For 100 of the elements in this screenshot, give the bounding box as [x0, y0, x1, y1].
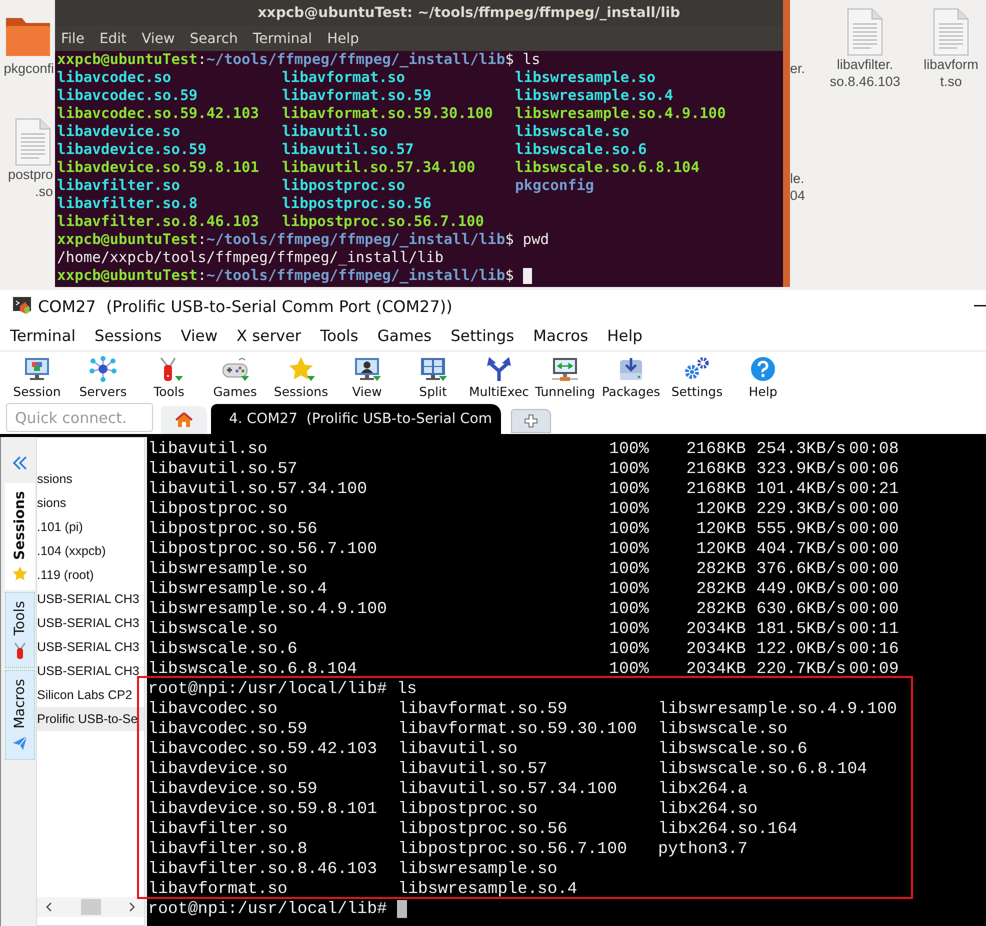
file-name: libswresample.so.4	[398, 879, 578, 898]
menu-item[interactable]: Search	[190, 30, 238, 46]
menu-item[interactable]: Sessions	[94, 327, 162, 345]
scroll-thumb[interactable]	[80, 899, 100, 915]
file-name: libavformat.so.59.30.100	[282, 105, 493, 122]
side-tab[interactable]: Sessions	[5, 483, 35, 590]
file-name: pkgconfig	[515, 177, 594, 194]
file-name: libavcodec.so.59.42.103	[57, 105, 260, 122]
transfer-text: 100%	[609, 519, 649, 538]
transfer-text: 100%	[609, 439, 649, 458]
session-item[interactable]: USB-SERIAL CH3	[37, 611, 144, 635]
menu-item[interactable]: Help	[327, 30, 359, 46]
file-name: python3.7	[658, 839, 748, 858]
toolbar-button[interactable]: Session	[12, 384, 62, 398]
session-item[interactable]: .101 (pi)	[37, 515, 144, 539]
session-item[interactable]: Prolific USB-to-Se	[37, 707, 144, 731]
toolbar-button[interactable]: MultiExec	[468, 384, 530, 398]
file-label[interactable]: so.8.46.103	[830, 73, 900, 90]
menu-item[interactable]: Games	[377, 327, 432, 345]
transfer-text: 00:00	[849, 579, 899, 598]
transfer-text: 00:16	[849, 639, 899, 658]
file-name: libavdevice.so.59.8.101	[57, 159, 260, 176]
menu-item[interactable]: X server	[236, 327, 302, 345]
toolbar-button[interactable]: Packages	[600, 384, 662, 398]
transfer-text: 2168KB	[686, 439, 746, 458]
document-icon	[931, 8, 971, 56]
session-item[interactable]: USB-SERIAL CH3	[37, 659, 144, 683]
session-item[interactable]: sions	[37, 491, 144, 515]
horizontal-scrollbar[interactable]	[37, 897, 144, 917]
minimize-icon[interactable]	[974, 305, 986, 307]
new-tab-button[interactable]	[511, 409, 551, 433]
file-name: libavdevice.so.59	[57, 141, 206, 158]
file-label[interactable]: libavform	[924, 56, 978, 73]
transfer-text: libswresample.so	[148, 559, 308, 578]
session-item[interactable]: USB-SERIAL CH3	[37, 635, 144, 659]
toolbar-button[interactable]: Split	[418, 384, 448, 398]
menu-item[interactable]: View	[142, 30, 175, 46]
session-item[interactable]: ssions	[37, 467, 144, 491]
file-name: libavcodec.so	[148, 699, 278, 718]
transfer-text: 2168KB	[686, 479, 746, 498]
toolbar-button[interactable]: Games	[212, 384, 258, 398]
file-label[interactable]: libavfilter.	[836, 56, 894, 73]
scroll-right-icon[interactable]	[128, 902, 136, 912]
transfer-text: libswresample.so.4.9.100	[148, 599, 387, 618]
menu-item[interactable]: Terminal	[10, 327, 76, 345]
prompt-line: xxpcb@ubuntuTest:~/tools/ffmpeg/ffmpeg/_install/lib$	[57, 267, 514, 285]
toolbar-button[interactable]: Tools	[152, 384, 186, 398]
menu-item[interactable]: File	[61, 30, 84, 46]
transfer-text: libpostproc.so.56.7.100	[148, 539, 378, 558]
menu-item[interactable]: Macros	[533, 327, 588, 345]
file-name: libswresample.so.4.9.100	[658, 699, 897, 718]
file-name: libavfilter.so.8.46.103	[148, 859, 378, 878]
transfer-text: 00:08	[849, 439, 899, 458]
file-name: libavdevice.so	[57, 123, 180, 140]
transfer-text: libswscale.so.6	[148, 639, 298, 658]
menu-item[interactable]: View	[180, 327, 218, 345]
window-title: COM27 (Prolific USB-to-Serial Comm Port (COM27))	[38, 296, 452, 316]
transfer-text: 254.3KB/s	[756, 439, 846, 458]
file-label[interactable]: postpro	[8, 166, 53, 183]
paper-plane-icon	[12, 735, 28, 752]
session-item[interactable]: USB-SERIAL CH3	[37, 587, 144, 611]
file-label[interactable]: pkgconfi	[4, 60, 54, 77]
side-tab[interactable]: Tools	[5, 592, 35, 668]
settings-icon	[683, 356, 711, 382]
session-tab[interactable]: 4. COM27 (Prolific USB-to-Serial Com	[211, 404, 501, 434]
transfer-text: 100%	[609, 499, 649, 518]
menu-item[interactable]: Terminal	[252, 30, 312, 46]
file-name: libavutil.so	[282, 123, 388, 140]
file-name: libx264.so	[658, 799, 758, 818]
menu-item[interactable]: Help	[607, 327, 642, 345]
side-tab[interactable]: Macros	[5, 670, 35, 760]
session-item[interactable]: Silicon Labs CP2	[37, 683, 144, 707]
collapse-icon[interactable]	[12, 455, 28, 471]
file-name: libavfilter.so.8.46.103	[57, 213, 260, 230]
toolbar-button[interactable]: Sessions	[272, 384, 330, 398]
output-line: /home/xxpcb/tools/ffmpeg/ffmpeg/_install/lib	[57, 249, 444, 267]
home-tab[interactable]	[161, 406, 207, 434]
menu-item[interactable]: Tools	[320, 327, 358, 345]
toolbar-button[interactable]: Servers	[78, 384, 128, 398]
file-label[interactable]: 04	[790, 187, 806, 204]
menu-item[interactable]: Edit	[99, 30, 127, 46]
toolbar-button[interactable]: Settings	[670, 384, 724, 398]
file-name: libswscale.so	[658, 719, 788, 738]
toolbar-button[interactable]: Help	[748, 384, 778, 398]
file-label[interactable]: er.	[790, 60, 806, 77]
quick-connect-field[interactable]: Quick connect.	[6, 403, 153, 432]
file-label[interactable]: t.so	[940, 73, 962, 90]
session-item[interactable]: .104 (xxpcb)	[37, 539, 144, 563]
transfer-text: 00:00	[849, 599, 899, 618]
toolbar-button[interactable]: Tunneling	[534, 384, 596, 398]
split-screen-icon	[419, 356, 447, 382]
file-name: libx264.a	[658, 779, 748, 798]
transfer-text: 00:00	[849, 559, 899, 578]
scroll-left-icon[interactable]	[45, 902, 53, 912]
file-label[interactable]: le.	[790, 170, 804, 187]
session-item[interactable]: .119 (root)	[37, 563, 144, 587]
file-label[interactable]: .so	[34, 183, 53, 200]
file-name: libavcodec.so.59	[148, 719, 308, 738]
menu-item[interactable]: Settings	[450, 327, 514, 345]
toolbar-button[interactable]: View	[351, 384, 383, 398]
